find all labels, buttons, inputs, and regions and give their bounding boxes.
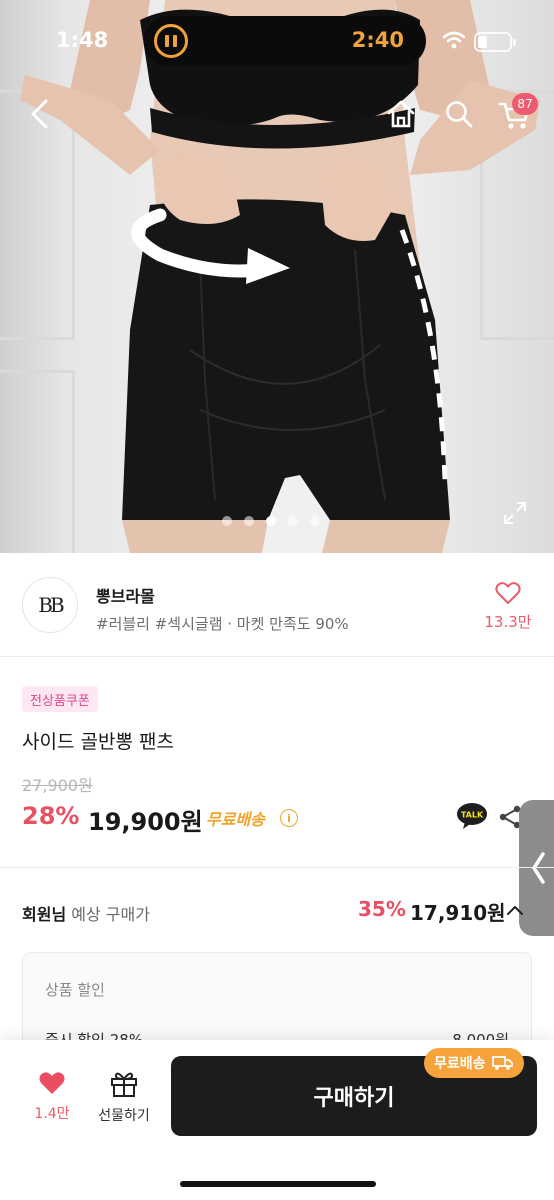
ship-badge-label: 무료배송: [434, 1056, 486, 1072]
product-image-gallery[interactable]: 1:48 2:40 87: [0, 0, 554, 553]
gallery-dot[interactable]: [222, 516, 232, 526]
status-bar: 1:48 2:40: [0, 0, 554, 80]
product-title: 사이드 골반뽕 팬츠: [22, 731, 174, 753]
chevron-left-icon: [532, 852, 545, 884]
heart-outline-icon: [495, 582, 521, 604]
member-discount-rate: 35%: [358, 897, 406, 921]
like-count: 1.4만: [34, 1106, 70, 1122]
gift-icon: [111, 1072, 137, 1097]
seller-like-count: 13.3만: [484, 613, 532, 631]
side-drawer-handle[interactable]: [519, 800, 554, 936]
battery-icon: [474, 32, 516, 52]
member-label-rest: 예상 구매가: [66, 905, 150, 924]
gallery-pagination: [222, 516, 320, 526]
kakao-talk-icon[interactable]: TALK: [456, 802, 488, 830]
status-time: 1:48: [56, 28, 109, 52]
product-photo: [20, 0, 540, 553]
chevron-up-icon[interactable]: [506, 904, 524, 916]
timer-text: 2:40: [351, 28, 404, 52]
free-shipping-label: 무료배송: [206, 810, 265, 829]
seller-meta: #러블리 #섹시글램 · 마켓 만족도 90%: [96, 615, 349, 633]
member-price-label: 회원님 예상 구매가: [22, 901, 150, 925]
home-icon[interactable]: [385, 98, 417, 130]
cart-count-badge: 87: [512, 93, 538, 115]
coupon-badge[interactable]: 전상품쿠폰: [22, 686, 98, 712]
expand-icon[interactable]: [502, 500, 528, 526]
seller-name[interactable]: 뽕브라몰: [96, 583, 155, 607]
dynamic-island: 2:40: [144, 16, 426, 66]
back-icon[interactable]: [28, 98, 50, 130]
heart-filled-icon: [39, 1072, 65, 1094]
talk-label: TALK: [461, 811, 484, 820]
original-price: 27,900원: [22, 776, 93, 795]
gift-button[interactable]: 선물하기: [92, 1070, 156, 1125]
wifi-icon: [442, 31, 466, 49]
gallery-dot[interactable]: [310, 516, 320, 526]
bottom-action-bar: 1.4만 선물하기 구매하기 무료배송: [0, 1040, 554, 1200]
member-label-bold: 회원님: [22, 905, 67, 924]
like-button[interactable]: 1.4만: [24, 1070, 80, 1123]
sale-price: 19,900원: [88, 808, 203, 836]
seller-like-button[interactable]: 13.3만: [480, 581, 536, 632]
truck-icon: [491, 1056, 513, 1070]
free-shipping-badge: 무료배송: [424, 1048, 524, 1078]
gallery-dot[interactable]: [288, 516, 298, 526]
gift-label: 선물하기: [98, 1108, 150, 1124]
member-price: 17,910원: [410, 901, 506, 925]
gallery-dot[interactable]: [266, 516, 276, 526]
section-divider: [0, 867, 554, 868]
home-indicator: [180, 1181, 376, 1187]
breakdown-title: 상품 할인: [45, 981, 105, 999]
seller-row[interactable]: BB 뽕브라몰 #러블리 #섹시글램 · 마켓 만족도 90% 13.3만: [0, 553, 554, 657]
pause-icon: [154, 24, 188, 58]
search-icon[interactable]: [444, 99, 474, 129]
discount-rate: 28%: [22, 802, 80, 830]
gallery-dot[interactable]: [244, 516, 254, 526]
info-icon[interactable]: i: [280, 809, 298, 827]
seller-logo[interactable]: BB: [22, 577, 78, 633]
